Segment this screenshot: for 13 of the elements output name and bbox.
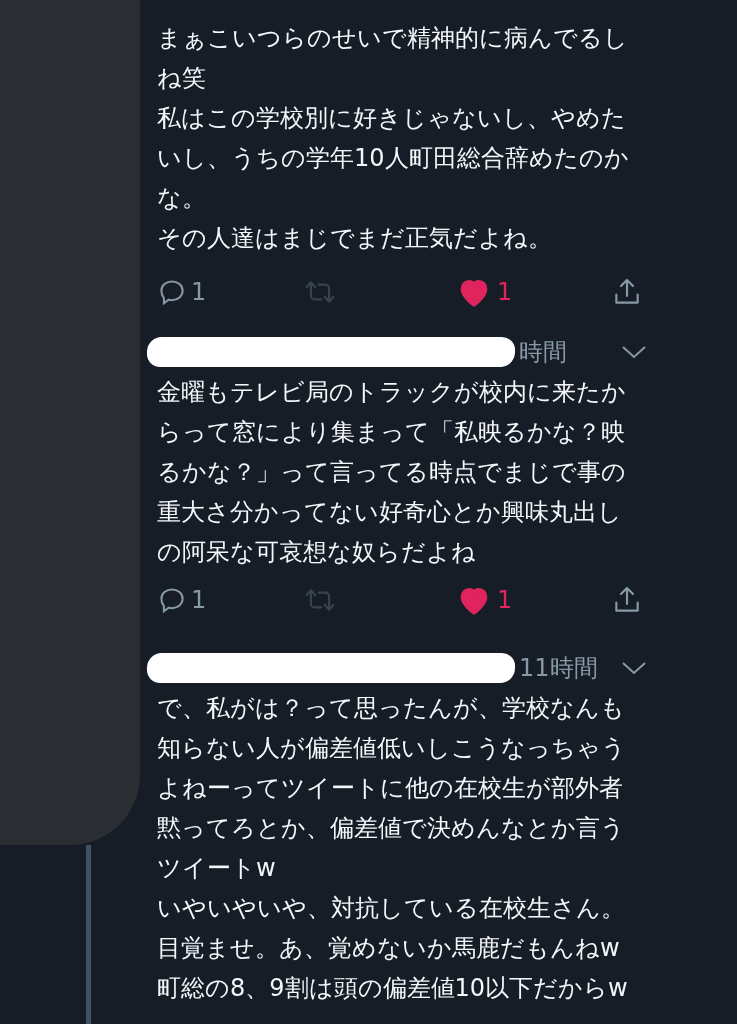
- tweet-text: まぁこいつらのせいで精神的に病んでるし ね笑 私はこの学校別に好きじゃないし、やめた いし、うちの学年10人町田総合辞めたのか な。 その人達はまじでまだ正気だよね。: [157, 23, 630, 254]
- tweet-time: 11時間: [519, 653, 598, 684]
- tweet-text: 金曜もテレビ局のトラックが校内に来たか らって窓により集まって「私映るかな？映 るかな？」って言ってる時点でまじで事の 重大さ分かってない好奇心とか興味丸出し の阿呆な可哀想な奴らだよね: [157, 377, 627, 568]
- reply-icon: [157, 277, 187, 307]
- chevron-down-icon: [621, 660, 647, 676]
- like-button[interactable]: 1: [457, 274, 611, 310]
- tweet-time: 時間: [519, 337, 567, 368]
- chevron-down-icon: [621, 344, 647, 360]
- reply-button[interactable]: 1: [157, 582, 303, 618]
- reply-button[interactable]: 1: [157, 274, 303, 310]
- reply-icon: [157, 585, 187, 615]
- like-button[interactable]: 1: [457, 582, 611, 618]
- tweet-text: で、私がは？って思ったんが、学校なんも 知らない人が偏差値低いしこうなっちゃう よねーってツイートに他の在校生が部外者 黙ってろとか、偏差値で決めんなとか言う ツイートw いやいやいや、対抗している在校生さん。 目覚ませ。あ、覚めないか馬鹿だもんねw 町総の8、9割は頭の偏差値10以下だからw: [157, 693, 629, 1004]
